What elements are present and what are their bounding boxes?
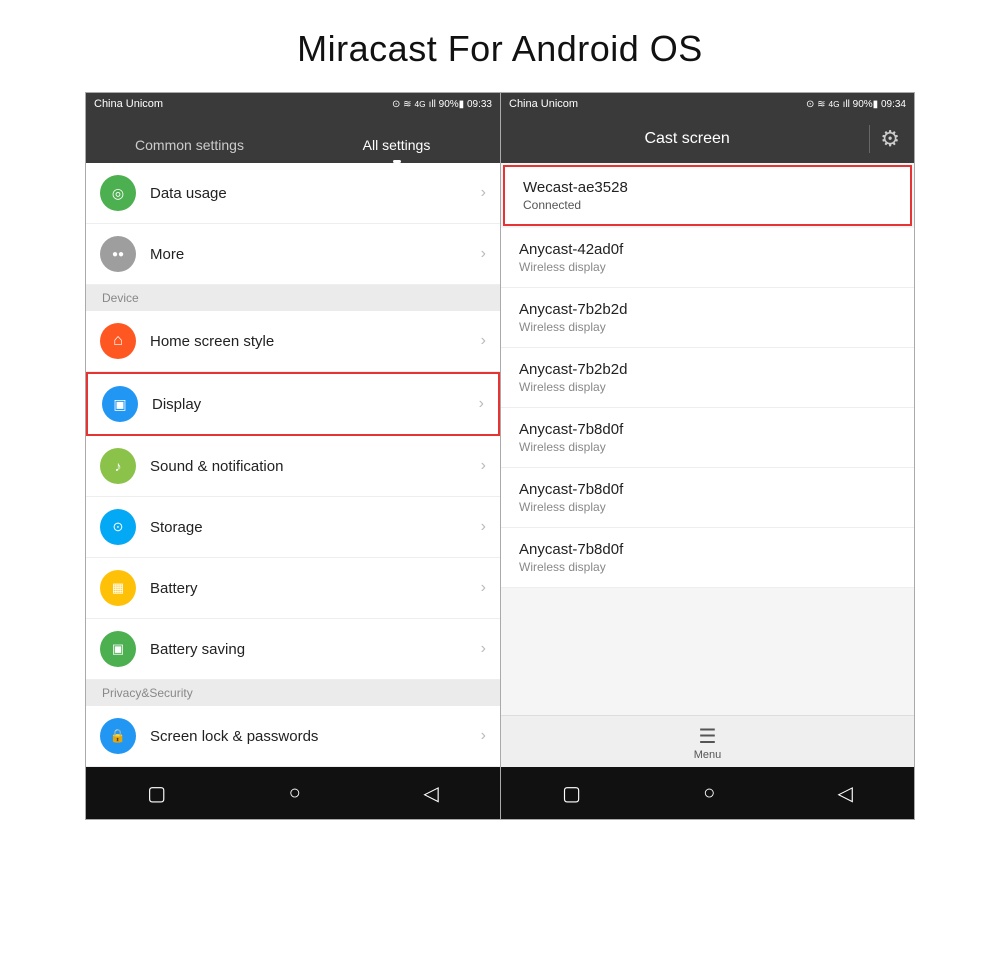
- cast-list: Wecast-ae3528 Connected Anycast-42ad0f W…: [501, 163, 914, 715]
- menu-label: Menu: [694, 749, 722, 761]
- left-status-icons: ⊙ ≋ 4G ıll 90%▮ 09:33: [392, 99, 492, 110]
- anycast1-name: Anycast-42ad0f: [519, 241, 896, 258]
- cast-menu-area[interactable]: ☰ Menu: [501, 715, 914, 767]
- settings-item-more[interactable]: ●● More ›: [86, 224, 500, 285]
- settings-item-sound[interactable]: ♪ Sound & notification ›: [86, 436, 500, 497]
- battery-label: Battery: [150, 580, 481, 597]
- anycast1-sub: Wireless display: [519, 260, 896, 274]
- settings-item-storage[interactable]: ⊙ Storage ›: [86, 497, 500, 558]
- battery-saving-icon: ▣: [100, 631, 136, 667]
- anycast2-sub: Wireless display: [519, 320, 896, 334]
- settings-item-battery-saving[interactable]: ▣ Battery saving ›: [86, 619, 500, 680]
- cast-header-divider: [869, 125, 870, 153]
- more-label: More: [150, 246, 481, 263]
- page-title: Miracast For Android OS: [0, 0, 1000, 92]
- anycast6-sub: Wireless display: [519, 560, 896, 574]
- home-chevron: ›: [481, 332, 486, 350]
- storage-chevron: ›: [481, 518, 486, 536]
- settings-item-data-usage[interactable]: ◎ Data usage ›: [86, 163, 500, 224]
- cast-header: Cast screen ⚙: [501, 115, 914, 163]
- cast-item-anycast-1[interactable]: Anycast-42ad0f Wireless display: [501, 228, 914, 288]
- cast-item-anycast-3[interactable]: Anycast-7b2b2d Wireless display: [501, 348, 914, 408]
- right-status-bar: China Unicom ⊙ ≋ 4G ıll 90%▮ 09:34: [501, 93, 914, 115]
- settings-item-display[interactable]: ▣ Display ›: [86, 372, 500, 436]
- section-privacy: Privacy&Security: [86, 680, 500, 706]
- anycast4-name: Anycast-7b8d0f: [519, 421, 896, 438]
- sound-icon: ♪: [100, 448, 136, 484]
- settings-item-screenlock[interactable]: 🔒 Screen lock & passwords ›: [86, 706, 500, 767]
- wecast-sub: Connected: [523, 198, 892, 212]
- cast-item-wecast[interactable]: Wecast-ae3528 Connected: [503, 165, 912, 226]
- anycast3-sub: Wireless display: [519, 380, 896, 394]
- battery-saving-chevron: ›: [481, 640, 486, 658]
- data-usage-chevron: ›: [481, 184, 486, 202]
- settings-list: ◎ Data usage › ●● More › Device: [86, 163, 500, 767]
- storage-label: Storage: [150, 519, 481, 536]
- settings-item-battery[interactable]: ▦ Battery ›: [86, 558, 500, 619]
- home-label: Home screen style: [150, 333, 481, 350]
- more-chevron: ›: [481, 245, 486, 263]
- anycast3-name: Anycast-7b2b2d: [519, 361, 896, 378]
- anycast2-name: Anycast-7b2b2d: [519, 301, 896, 318]
- screenlock-icon: 🔒: [100, 718, 136, 754]
- cast-item-anycast-6[interactable]: Anycast-7b8d0f Wireless display: [501, 528, 914, 588]
- cast-item-anycast-4[interactable]: Anycast-7b8d0f Wireless display: [501, 408, 914, 468]
- left-carrier: China Unicom: [94, 98, 163, 110]
- display-icon: ▣: [102, 386, 138, 422]
- right-carrier: China Unicom: [509, 98, 578, 110]
- right-nav-square[interactable]: ▢: [546, 773, 597, 814]
- home-icon: ⌂: [100, 323, 136, 359]
- display-chevron: ›: [479, 395, 484, 413]
- left-nav-bar: Common settings All settings: [86, 115, 500, 163]
- screenlock-label: Screen lock & passwords: [150, 728, 481, 745]
- cast-settings-icon[interactable]: ⚙: [880, 126, 900, 152]
- left-nav-circle[interactable]: ○: [273, 774, 317, 813]
- cast-item-anycast-2[interactable]: Anycast-7b2b2d Wireless display: [501, 288, 914, 348]
- data-usage-icon: ◎: [100, 175, 136, 211]
- tab-all-settings[interactable]: All settings: [293, 137, 500, 163]
- section-device: Device: [86, 285, 500, 311]
- settings-item-home[interactable]: ⌂ Home screen style ›: [86, 311, 500, 372]
- more-icon: ●●: [100, 236, 136, 272]
- phones-container: China Unicom ⊙ ≋ 4G ıll 90%▮ 09:33 Commo…: [0, 92, 1000, 820]
- phone-right: China Unicom ⊙ ≋ 4G ıll 90%▮ 09:34 Cast …: [500, 92, 915, 820]
- phone-left: China Unicom ⊙ ≋ 4G ıll 90%▮ 09:33 Commo…: [85, 92, 500, 820]
- right-bottom-nav: ▢ ○ ◁: [501, 767, 914, 819]
- menu-icon: ☰: [699, 727, 717, 747]
- anycast6-name: Anycast-7b8d0f: [519, 541, 896, 558]
- sound-label: Sound & notification: [150, 458, 481, 475]
- left-status-bar: China Unicom ⊙ ≋ 4G ıll 90%▮ 09:33: [86, 93, 500, 115]
- right-nav-circle[interactable]: ○: [687, 774, 731, 813]
- right-nav-back[interactable]: ◁: [822, 773, 869, 814]
- sound-chevron: ›: [481, 457, 486, 475]
- right-status-icons: ⊙ ≋ 4G ıll 90%▮ 09:34: [806, 99, 906, 110]
- cast-screen-title: Cast screen: [515, 130, 859, 148]
- anycast4-sub: Wireless display: [519, 440, 896, 454]
- anycast5-sub: Wireless display: [519, 500, 896, 514]
- battery-chevron: ›: [481, 579, 486, 597]
- battery-icon: ▦: [100, 570, 136, 606]
- screenlock-chevron: ›: [481, 727, 486, 745]
- wecast-name: Wecast-ae3528: [523, 179, 892, 196]
- anycast5-name: Anycast-7b8d0f: [519, 481, 896, 498]
- left-bottom-nav: ▢ ○ ◁: [86, 767, 500, 819]
- display-label: Display: [152, 396, 479, 413]
- data-usage-label: Data usage: [150, 185, 481, 202]
- battery-saving-label: Battery saving: [150, 641, 481, 658]
- left-nav-square[interactable]: ▢: [131, 773, 182, 814]
- cast-item-anycast-5[interactable]: Anycast-7b8d0f Wireless display: [501, 468, 914, 528]
- tab-common-settings[interactable]: Common settings: [86, 137, 293, 163]
- left-nav-back[interactable]: ◁: [407, 773, 454, 814]
- storage-icon: ⊙: [100, 509, 136, 545]
